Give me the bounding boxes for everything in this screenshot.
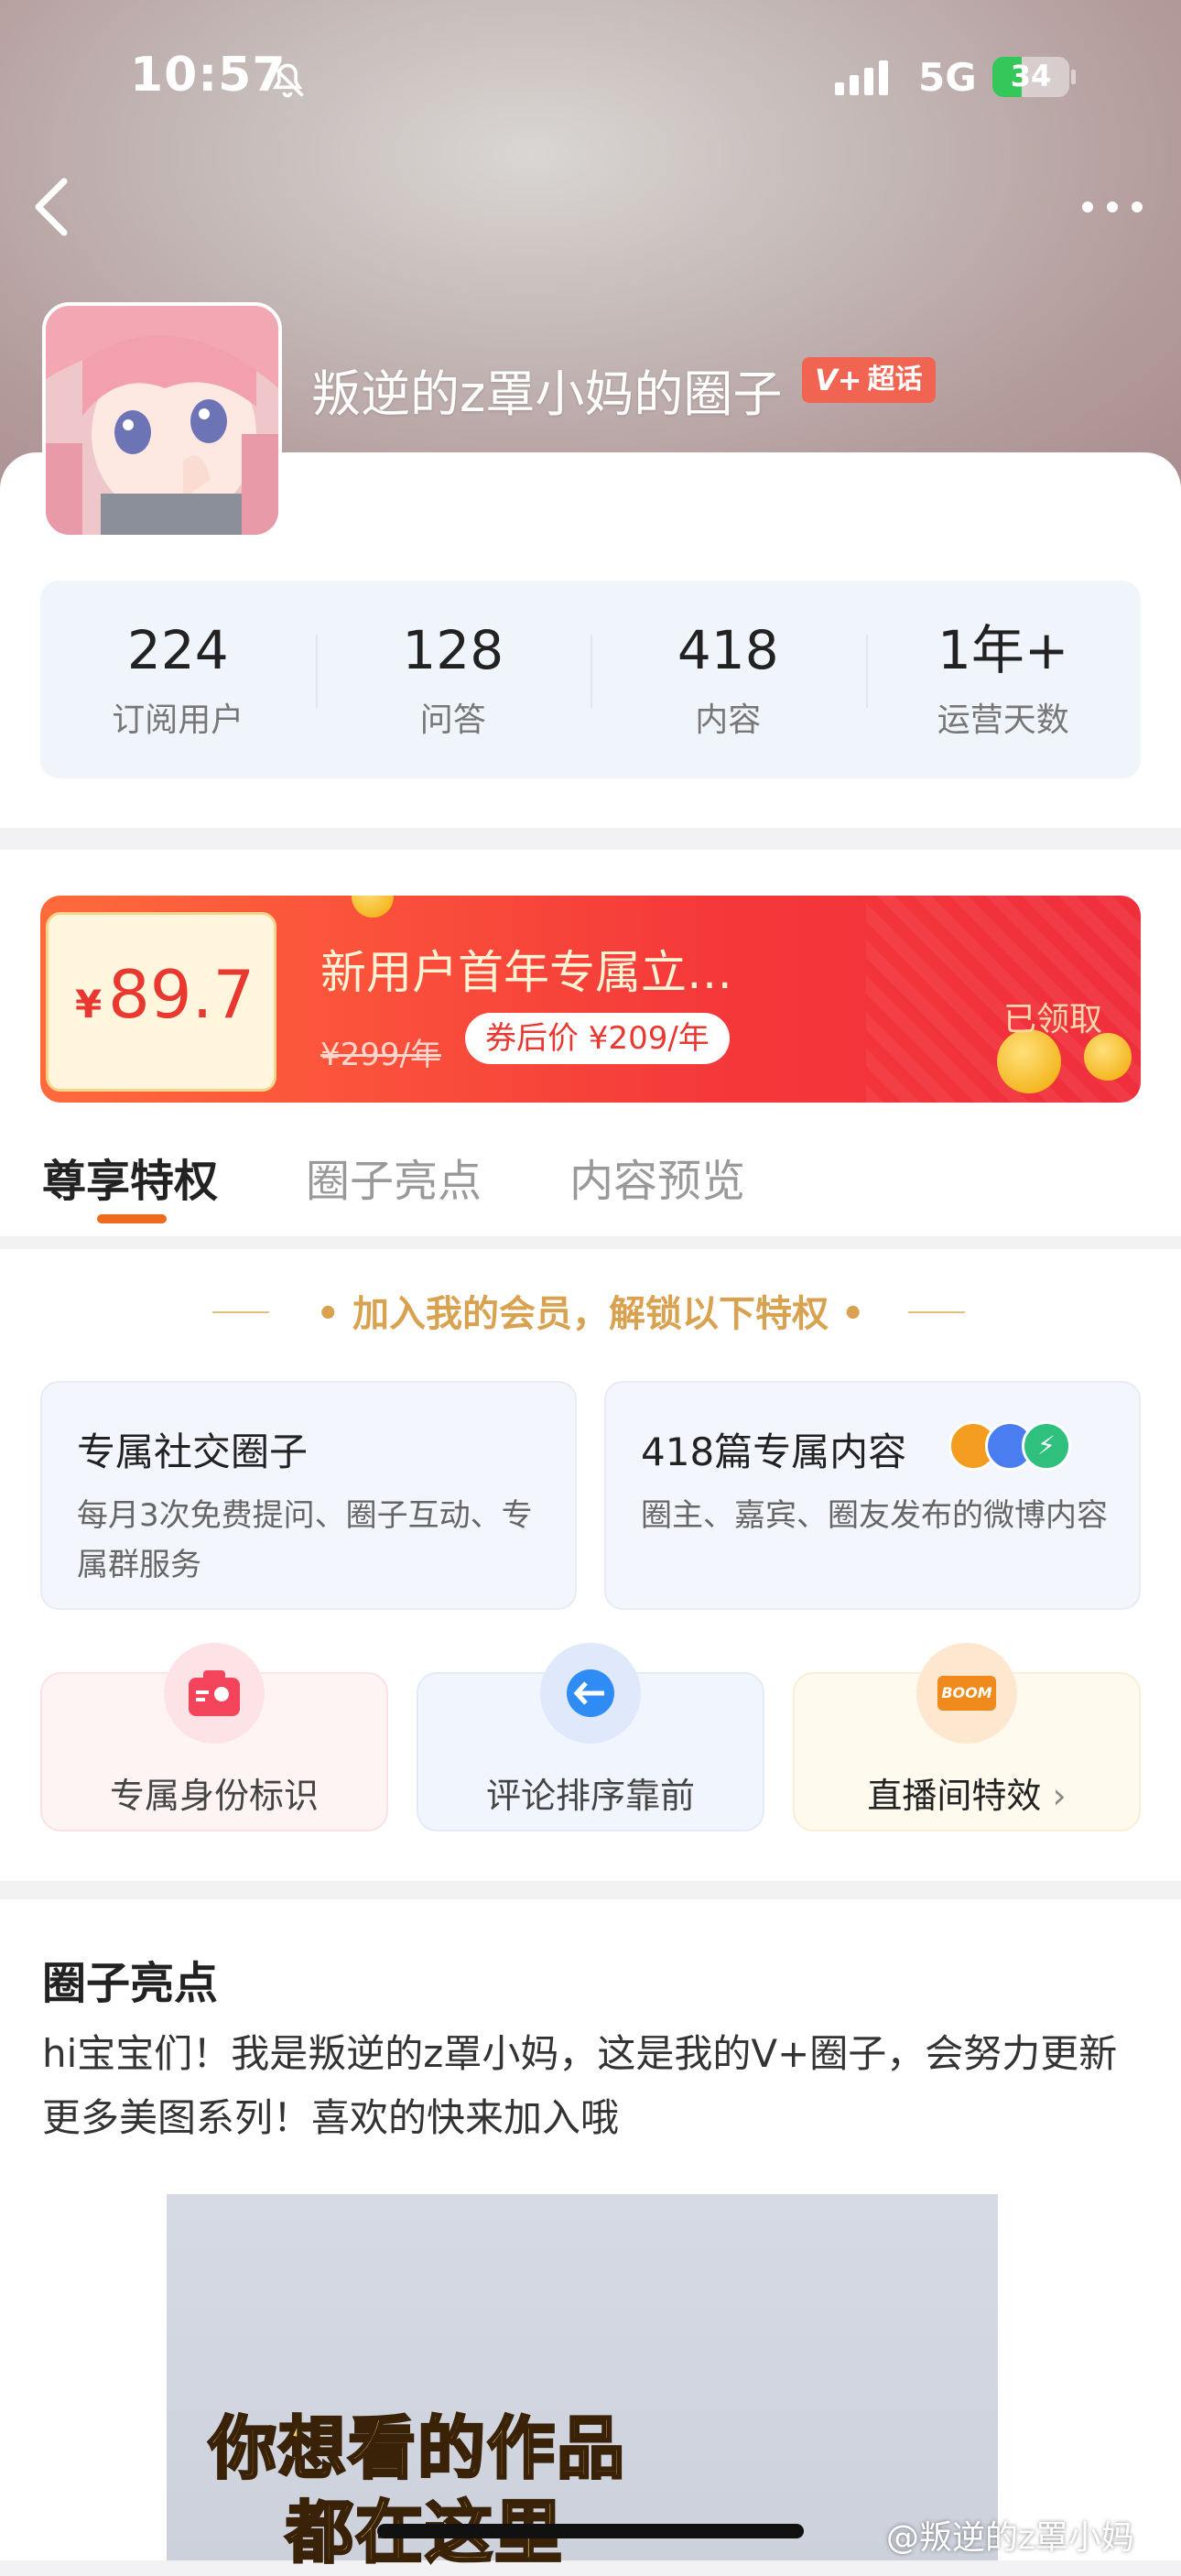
stat-label: 订阅用户 [112, 701, 244, 739]
badge-label: 超话 [867, 364, 923, 396]
battery-level: 34 [1010, 59, 1052, 93]
circle-avatar[interactable] [42, 302, 282, 538]
privilege-comment-priority[interactable]: 评论排序靠前 [417, 1643, 764, 1831]
coupon-title: 新用户首年专属立… [320, 946, 732, 999]
privilege-desc: 圈主、嘉宾、圈友发布的微博内容 [641, 1497, 1108, 1534]
privilege-title: 418篇专属内容 [641, 1429, 907, 1474]
privileges-heading-text: 加入我的会员，解锁以下特权 [352, 1293, 829, 1335]
privilege-desc: 每月3次免费提问、圈子互动、专属群服务 [77, 1497, 533, 1583]
stats-panel: 224 订阅用户 128 问答 418 内容 1年+ 运营天数 [40, 581, 1141, 778]
stat-subscribers: 224 订阅用户 [40, 618, 316, 741]
coin-icon [352, 896, 394, 918]
stat-value: 128 [402, 619, 504, 681]
privilege-label: 直播间特效 [867, 1776, 1042, 1816]
status-time: 10:57 [130, 48, 287, 103]
privilege-label: 评论排序靠前 [485, 1776, 695, 1816]
stat-label: 问答 [419, 701, 486, 739]
back-arrow-icon[interactable] [31, 176, 71, 238]
privilege-identity-badge[interactable]: 专属身份标识 [40, 1643, 388, 1831]
chevron-right-icon: › [1052, 1776, 1067, 1816]
after-coupon-price: 券后价 ¥209/年 [465, 1013, 730, 1064]
stat-value: 1年+ [937, 619, 1069, 681]
boom-icon: BOOM [916, 1643, 1017, 1744]
weibo-watermark: @叛逆的z罩小妈 [886, 2519, 1134, 2557]
bell-muted-icon [271, 63, 304, 98]
tab-content-preview[interactable]: 内容预览 [569, 1145, 745, 1209]
flash-icon: ⚡ [1022, 1421, 1071, 1471]
stat-value: 418 [677, 619, 779, 681]
identity-badge-icon [164, 1643, 265, 1744]
super-topic-badge[interactable]: V+ 超话 [802, 357, 936, 403]
circle-title: 叛逆的z罩小妈的圈子 [311, 365, 783, 423]
privilege-title: 专属社交圈子 [77, 1429, 309, 1474]
network-type: 5G [918, 55, 977, 100]
vplus-icon: V+ [815, 363, 862, 397]
privilege-label-row: 直播间特效 › [795, 1767, 1139, 1818]
tab-bar: 尊享特权 圈子亮点 内容预览 [0, 1123, 1181, 1242]
privilege-card-social[interactable]: 专属社交圈子 每月3次免费提问、圈子互动、专属群服务 [40, 1381, 577, 1610]
highlights-description: hi宝宝们！我是叛逆的z罩小妈，这是我的V+圈子，会努力更新更多美图系列！喜欢的… [42, 2031, 1118, 2140]
tab-highlights[interactable]: 圈子亮点 [306, 1145, 482, 1209]
privileges-heading: • 加入我的会员，解锁以下特权 • [316, 1293, 865, 1335]
stat-operating-days: 1年+ 运营天数 [865, 618, 1142, 741]
stat-label: 运营天数 [937, 701, 1069, 739]
stat-value: 224 [126, 619, 229, 681]
anime-avatar-illustration [46, 306, 278, 535]
more-options-icon[interactable] [1078, 198, 1146, 216]
stat-content[interactable]: 418 内容 [590, 618, 866, 741]
coupon-claimed-status: 已领取 [1003, 1001, 1103, 1038]
tab-privileges[interactable]: 尊享特权 [42, 1145, 218, 1209]
price-currency: ¥ [75, 982, 103, 1027]
privilege-label: 专属身份标识 [109, 1776, 319, 1816]
original-price: ¥299/年 [320, 1037, 441, 1073]
active-tab-indicator [97, 1214, 167, 1223]
content-type-icons: ⚡ [948, 1421, 1071, 1471]
coupon-price: 89.7 [108, 956, 255, 1033]
signal-icon [835, 60, 888, 95]
battery-indicator: 34 [992, 57, 1077, 97]
home-indicator[interactable] [377, 2524, 804, 2538]
stat-label: 内容 [695, 701, 762, 739]
boom-icon-text: BOOM [937, 1676, 996, 1711]
comment-priority-icon [540, 1643, 641, 1744]
privilege-card-content[interactable]: 418篇专属内容 ⚡ 圈主、嘉宾、圈友发布的微博内容 [604, 1381, 1141, 1610]
highlights-title: 圈子亮点 [42, 1958, 219, 2009]
preview-caption-line1: 你想看的作品 [208, 2408, 626, 2490]
privilege-live-effects[interactable]: BOOM 直播间特效 › [793, 1643, 1141, 1831]
stat-qa[interactable]: 128 问答 [315, 618, 591, 741]
